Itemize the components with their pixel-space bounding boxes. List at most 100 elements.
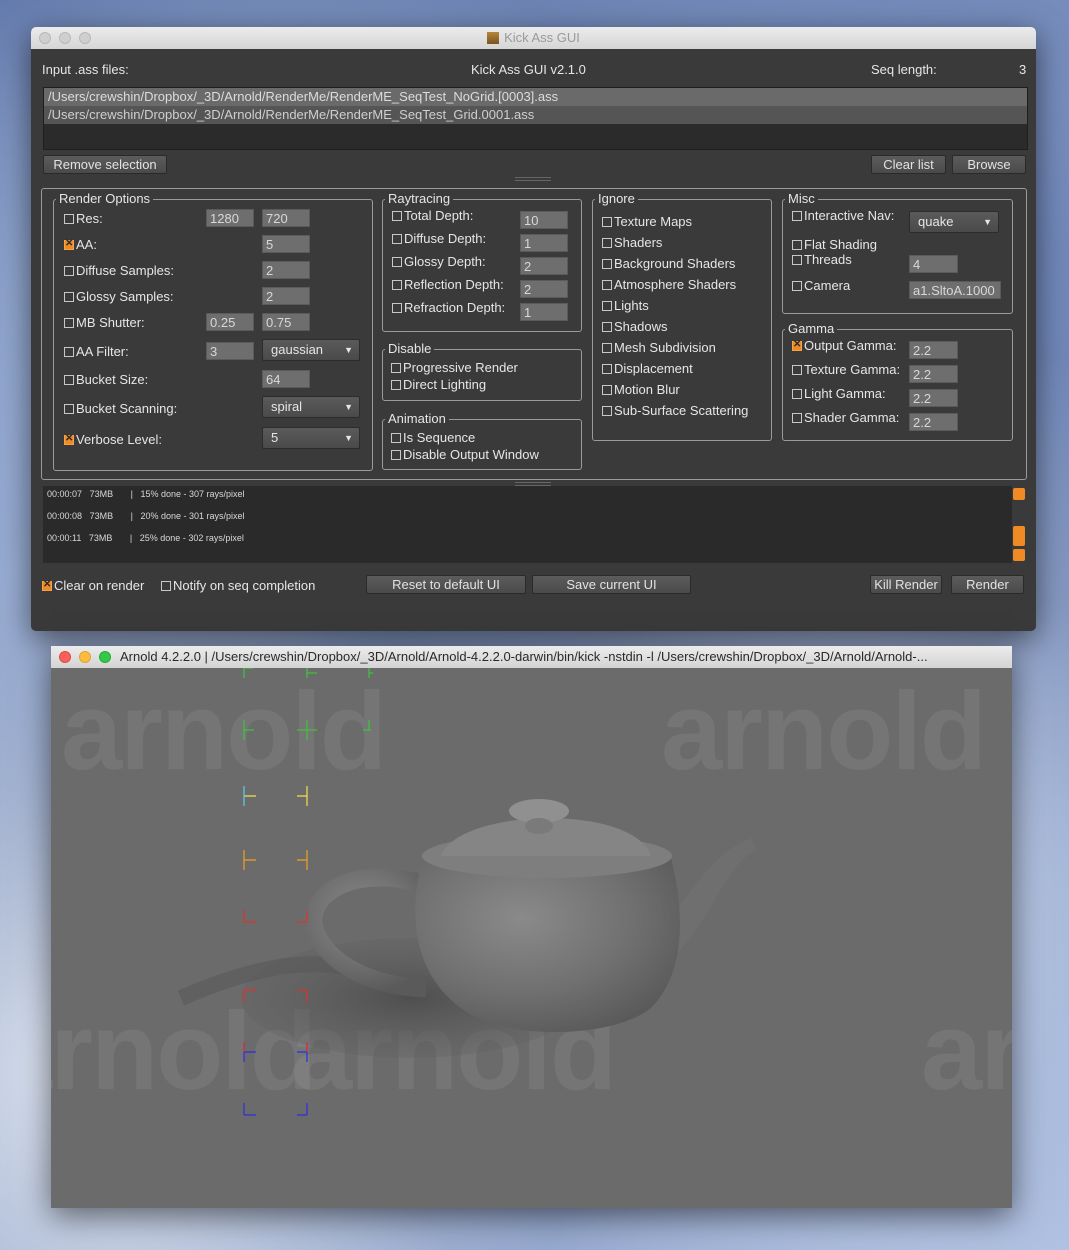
res-checkbox[interactable] [64,214,74,224]
checkbox[interactable] [602,301,612,311]
disable-output-window-option[interactable]: Disable Output Window [391,447,539,462]
interactive-nav-checkbox[interactable] [792,211,802,221]
scroll-up-button[interactable] [1013,488,1025,500]
direct-lighting-option[interactable]: Direct Lighting [391,377,486,392]
total-depth-option[interactable]: Total Depth: [392,208,473,223]
glossy-depth-option[interactable]: Glossy Depth: [392,254,486,269]
aa-field[interactable]: 5 [262,235,310,253]
checkbox[interactable] [602,406,612,416]
bucket-scanning-dropdown[interactable]: spiral ▼ [262,396,360,418]
checkbox[interactable] [602,364,612,374]
progressive-render-option[interactable]: Progressive Render [391,360,518,375]
diffuse-depth-field[interactable]: 1 [520,234,568,252]
scroll-thumb[interactable] [1013,526,1025,546]
mb-shutter-end-field[interactable]: 0.75 [262,313,310,331]
aa-filter-type-dropdown[interactable]: gaussian ▼ [262,339,360,361]
total-depth-field[interactable]: 10 [520,211,568,229]
refraction-depth-checkbox[interactable] [392,303,402,313]
shader-gamma-field[interactable]: 2.2 [909,413,958,431]
light-gamma-option[interactable]: Light Gamma: [792,386,886,401]
ignore-mesh-subdivision[interactable]: Mesh Subdivision [602,340,716,355]
output-gamma-checkbox[interactable] [792,339,802,351]
camera-option[interactable]: Camera [792,278,850,293]
kill-render-button[interactable]: Kill Render [870,575,942,594]
render-canvas[interactable]: arnold arnold arnold arnold arnold [51,668,1012,1208]
threads-field[interactable]: 4 [909,255,958,273]
checkbox[interactable] [602,322,612,332]
disable-output-window-checkbox[interactable] [391,450,401,460]
mb-shutter-checkbox[interactable] [64,318,74,328]
flat-shading-checkbox[interactable] [792,240,802,250]
interactive-nav-option[interactable]: Interactive Nav: [792,208,894,223]
notify-option[interactable]: Notify on seq completion [161,578,315,593]
checkbox[interactable] [602,280,612,290]
aa-checkbox[interactable] [64,238,74,250]
refraction-depth-field[interactable]: 1 [520,303,568,321]
notify-checkbox[interactable] [161,581,171,591]
bucket-scanning-option[interactable]: Bucket Scanning: [64,401,177,416]
render-log[interactable]: 00:00:07 73MB | 15% done - 307 rays/pixe… [43,486,1026,563]
glossy-samples-option[interactable]: Glossy Samples: [64,289,174,304]
ignore-sss[interactable]: Sub-Surface Scattering [602,403,748,418]
clear-on-render-checkbox[interactable] [42,579,52,591]
clear-on-render-option[interactable]: Clear on render [42,578,144,593]
light-gamma-checkbox[interactable] [792,389,802,399]
progressive-render-checkbox[interactable] [391,363,401,373]
ignore-shadows[interactable]: Shadows [602,319,667,334]
input-files-list[interactable]: /Users/crewshin/Dropbox/_3D/Arnold/Rende… [43,87,1028,150]
bucket-size-option[interactable]: Bucket Size: [64,372,148,387]
total-depth-checkbox[interactable] [392,211,402,221]
res-height-field[interactable]: 720 [262,209,310,227]
reflection-depth-field[interactable]: 2 [520,280,568,298]
minimize-button[interactable] [59,32,71,44]
glossy-samples-checkbox[interactable] [64,292,74,302]
interactive-nav-dropdown[interactable]: quake ▼ [909,211,999,233]
diffuse-depth-checkbox[interactable] [392,234,402,244]
output-gamma-field[interactable]: 2.2 [909,341,958,359]
ignore-texture-maps[interactable]: Texture Maps [602,214,692,229]
res-option[interactable]: Res: [64,211,103,226]
verbose-level-dropdown[interactable]: 5 ▼ [262,427,360,449]
splitter-handle[interactable] [515,177,551,181]
ignore-background-shaders[interactable]: Background Shaders [602,256,735,271]
zoom-button[interactable] [79,32,91,44]
checkbox[interactable] [602,259,612,269]
texture-gamma-option[interactable]: Texture Gamma: [792,362,900,377]
is-sequence-checkbox[interactable] [391,433,401,443]
save-current-button[interactable]: Save current UI [532,575,691,594]
bucket-size-field[interactable]: 64 [262,370,310,388]
diffuse-samples-field[interactable]: 2 [262,261,310,279]
is-sequence-option[interactable]: Is Sequence [391,430,475,445]
log-scrollbar[interactable] [1012,486,1026,563]
ignore-displacement[interactable]: Displacement [602,361,693,376]
ignore-shaders[interactable]: Shaders [602,235,662,250]
checkbox[interactable] [602,217,612,227]
camera-field[interactable]: a1.SltoA.1000 [909,281,1001,299]
bucket-size-checkbox[interactable] [64,375,74,385]
texture-gamma-checkbox[interactable] [792,365,802,375]
light-gamma-field[interactable]: 2.2 [909,389,958,407]
clear-list-button[interactable]: Clear list [871,155,946,174]
res-width-field[interactable]: 1280 [206,209,254,227]
glossy-depth-field[interactable]: 2 [520,257,568,275]
threads-checkbox[interactable] [792,255,802,265]
scroll-down-button[interactable] [1013,549,1025,561]
direct-lighting-checkbox[interactable] [391,380,401,390]
glossy-depth-checkbox[interactable] [392,257,402,267]
ignore-lights[interactable]: Lights [602,298,649,313]
checkbox[interactable] [602,238,612,248]
threads-option[interactable]: Threads [792,252,852,267]
texture-gamma-field[interactable]: 2.2 [909,365,958,383]
reflection-depth-option[interactable]: Reflection Depth: [392,277,504,292]
list-item[interactable]: /Users/crewshin/Dropbox/_3D/Arnold/Rende… [44,88,1027,106]
aa-filter-width-field[interactable]: 3 [206,342,254,360]
diffuse-depth-option[interactable]: Diffuse Depth: [392,231,486,246]
mb-shutter-option[interactable]: MB Shutter: [64,315,145,330]
mb-shutter-start-field[interactable]: 0.25 [206,313,254,331]
camera-checkbox[interactable] [792,281,802,291]
output-gamma-option[interactable]: Output Gamma: [792,338,896,353]
aa-filter-checkbox[interactable] [64,347,74,357]
remove-selection-button[interactable]: Remove selection [43,155,167,174]
diffuse-samples-checkbox[interactable] [64,266,74,276]
checkbox[interactable] [602,343,612,353]
